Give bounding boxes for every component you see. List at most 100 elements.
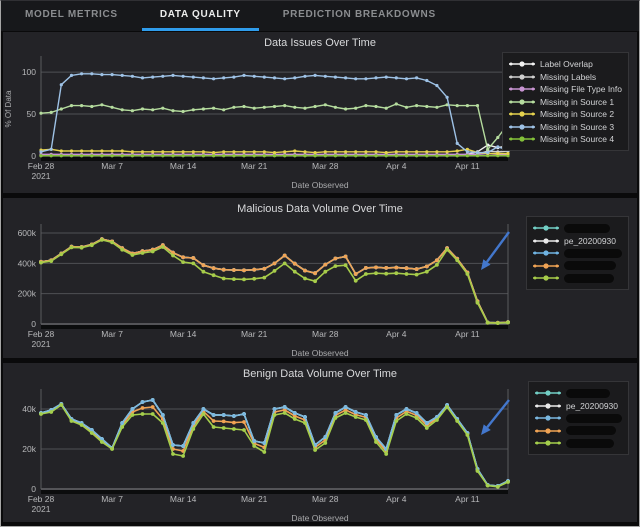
- legend-marker-icon: [509, 97, 535, 107]
- tab-bar: MODEL METRICSDATA QUALITYPREDICTION BREA…: [1, 1, 639, 32]
- series-line: [41, 104, 508, 149]
- x-tick-label: Feb 28: [28, 161, 55, 171]
- y-tick-label: 200k: [18, 289, 37, 299]
- y-tick-label: 600k: [18, 228, 37, 238]
- legend-label: Missing in Source 3: [540, 122, 614, 132]
- x-tick-label: Apr 11: [455, 329, 480, 339]
- x-axis-label: Date Observed: [3, 180, 637, 193]
- legend-item[interactable]: [533, 272, 622, 285]
- y-axis-label: % Of Data: [4, 90, 13, 127]
- legend-marker-icon: [533, 248, 559, 258]
- x-tick-label: Mar 14: [170, 329, 197, 339]
- x-tick-label: Mar 21: [241, 494, 268, 504]
- x-tick-sublabel: 2021: [32, 171, 51, 180]
- y-tick-label: 20k: [22, 444, 36, 454]
- redacted-legend-label: [566, 414, 622, 423]
- legend-marker-icon: [509, 109, 535, 119]
- x-tick-sublabel: 2021: [32, 504, 51, 513]
- x-tick-label: Mar 14: [170, 161, 197, 171]
- x-tick-label: Mar 21: [241, 329, 268, 339]
- redacted-legend-label: [564, 249, 622, 258]
- panel-data-issues: Data Issues Over Time 0 50 100 % Of Data Feb…: [3, 32, 637, 193]
- dashboard-window: MODEL METRICSDATA QUALITYPREDICTION BREA…: [0, 0, 640, 527]
- x-tick-label: Apr 4: [386, 161, 407, 171]
- x-tick-label: Mar 28: [312, 494, 339, 504]
- legend-item[interactable]: pe_20200930: [533, 235, 622, 248]
- legend-malicious-volume: pe_20200930: [526, 216, 629, 290]
- chart-title: Data Issues Over Time: [3, 32, 637, 52]
- legend-item[interactable]: [535, 437, 622, 450]
- legend-item[interactable]: Missing in Source 3: [509, 121, 622, 134]
- panel-malicious-volume: Malicious Data Volume Over Time 0200k400…: [3, 198, 637, 358]
- tab-model-metrics[interactable]: MODEL METRICS: [7, 1, 136, 31]
- x-tick-label: Mar 7: [101, 161, 123, 171]
- legend-label: Missing in Source 2: [540, 109, 614, 119]
- legend-marker-icon: [509, 122, 535, 132]
- legend-item[interactable]: [535, 412, 622, 425]
- legend-marker-icon: [533, 223, 559, 233]
- legend-marker-icon: [533, 261, 559, 271]
- legend-marker-icon: [533, 273, 559, 283]
- chart-canvas-data-issues: 0 50 100 % Of Data Feb 282021 Mar 7 Mar 14 Mar …: [3, 52, 515, 180]
- legend-marker-icon: [509, 84, 535, 94]
- x-tick-label: Mar 7: [101, 329, 123, 339]
- annotation-arrow: [481, 232, 509, 270]
- legend-label: Missing Labels: [540, 72, 596, 82]
- tab-data-quality[interactable]: DATA QUALITY: [142, 1, 259, 31]
- legend-item[interactable]: [535, 387, 622, 400]
- legend-marker-icon: [533, 236, 559, 246]
- legend-item[interactable]: Missing Labels: [509, 71, 622, 84]
- redacted-legend-label: [566, 439, 614, 448]
- legend-marker-icon: [535, 388, 561, 398]
- y-tick-label: 100: [22, 67, 36, 77]
- legend-label: Missing in Source 4: [540, 134, 614, 144]
- x-tick-label: Mar 14: [170, 494, 197, 504]
- y-tick-label: 50: [27, 109, 37, 119]
- x-axis-label: Date Observed: [3, 348, 637, 361]
- legend-marker-icon: [535, 401, 561, 411]
- x-tick-label: Apr 4: [386, 494, 407, 504]
- x-tick-label: Apr 4: [386, 329, 407, 339]
- series-line: [41, 240, 508, 323]
- y-tick-label: 0: [31, 151, 36, 161]
- panel-benign-volume: Benign Data Volume Over Time 020k40kFeb …: [3, 363, 637, 522]
- legend-label: Label Overlap: [540, 59, 593, 69]
- legend-item[interactable]: Label Overlap: [509, 58, 622, 71]
- chart-title: Malicious Data Volume Over Time: [3, 198, 637, 218]
- legend-item[interactable]: [533, 260, 622, 273]
- x-tick-label: Mar 21: [241, 161, 268, 171]
- x-axis-label: Date Observed: [3, 513, 637, 526]
- tab-prediction-breakdowns[interactable]: PREDICTION BREAKDOWNS: [265, 1, 454, 31]
- legend-item[interactable]: [533, 222, 622, 235]
- legend-marker-icon: [509, 59, 535, 69]
- x-tick-label: Mar 28: [312, 161, 339, 171]
- legend-item[interactable]: Missing in Source 4: [509, 133, 622, 146]
- legend-item[interactable]: pe_20200930: [535, 400, 622, 413]
- legend-item[interactable]: [533, 247, 622, 260]
- legend-data-issues: Label Overlap Missing LabelsMissing File …: [502, 52, 629, 151]
- legend-item[interactable]: Missing File Type Info: [509, 83, 622, 96]
- chart-title: Benign Data Volume Over Time: [3, 363, 637, 383]
- legend-label: pe_20200930: [564, 236, 616, 246]
- y-tick-label: 0: [31, 484, 36, 494]
- series-line: [41, 239, 508, 323]
- legend-marker-icon: [509, 134, 535, 144]
- redacted-legend-label: [564, 224, 610, 233]
- chart-canvas-benign-volume: 020k40kFeb 282021Mar 7Mar 14Mar 21Mar 28…: [3, 383, 515, 513]
- legend-marker-icon: [509, 72, 535, 82]
- redacted-legend-label: [566, 426, 616, 435]
- legend-label: pe_20200930: [566, 401, 618, 411]
- legend-label: Missing in Source 1: [540, 97, 614, 107]
- legend-item[interactable]: [535, 425, 622, 438]
- legend-item[interactable]: Missing in Source 1: [509, 96, 622, 109]
- legend-marker-icon: [535, 413, 561, 423]
- legend-marker-icon: [535, 438, 561, 448]
- y-tick-label: 400k: [18, 258, 37, 268]
- x-tick-label: Feb 28: [28, 494, 55, 504]
- series-line: [41, 239, 508, 323]
- x-tick-sublabel: 2021: [32, 339, 51, 348]
- x-tick-label: Mar 7: [101, 494, 123, 504]
- legend-item[interactable]: Missing in Source 2: [509, 108, 622, 121]
- series-line: [41, 239, 508, 323]
- legend-marker-icon: [535, 426, 561, 436]
